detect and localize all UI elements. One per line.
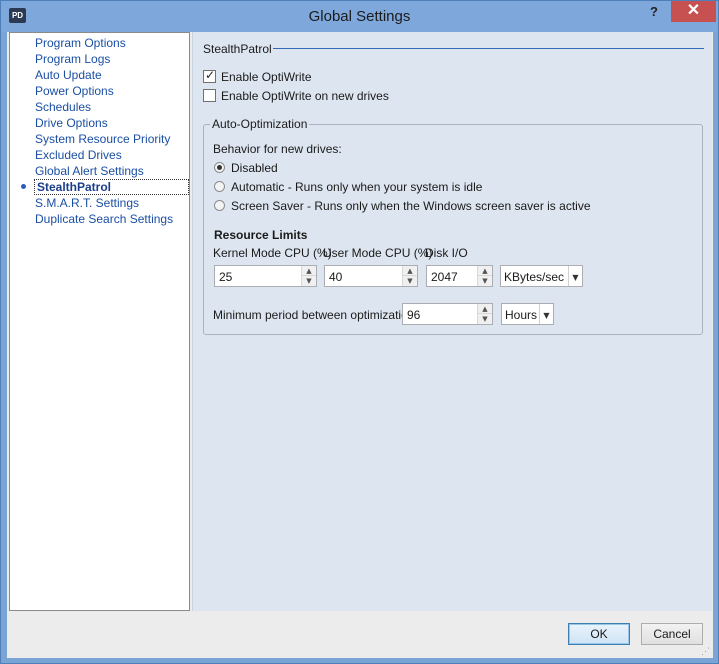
spin-up-icon[interactable]: ▲ bbox=[302, 266, 316, 276]
radio-screen-saver[interactable] bbox=[214, 200, 225, 211]
enable-optiwrite-checkbox[interactable] bbox=[203, 68, 216, 83]
auto-optimization-title: Auto-Optimization bbox=[210, 117, 310, 131]
kernel-cpu-arrows: ▲ ▼ bbox=[301, 266, 316, 286]
behavior-label: Behavior for new drives: bbox=[213, 142, 342, 156]
disk-io-value[interactable]: 2047 bbox=[431, 270, 458, 284]
enable-optiwrite-new-drives-checkbox[interactable] bbox=[203, 89, 216, 102]
spin-down-icon[interactable]: ▼ bbox=[302, 276, 316, 286]
settings-nav-tree: Program Options Program Logs Auto Update… bbox=[9, 32, 190, 611]
selected-bullet-icon bbox=[21, 184, 26, 189]
radio-automatic-label[interactable]: Automatic - Runs only when your system i… bbox=[231, 180, 482, 194]
user-cpu-label: User Mode CPU (%) bbox=[323, 246, 433, 260]
resize-grip-icon[interactable]: ⋰ bbox=[701, 646, 711, 656]
user-cpu-arrows: ▲ ▼ bbox=[402, 266, 417, 286]
kernel-cpu-stepper[interactable]: 25 ▲ ▼ bbox=[214, 265, 317, 287]
enable-optiwrite-label[interactable]: Enable OptiWrite bbox=[221, 70, 312, 84]
spin-down-icon[interactable]: ▼ bbox=[478, 276, 492, 286]
nav-item-global-alert-settings[interactable]: Global Alert Settings bbox=[35, 163, 144, 179]
spin-down-icon[interactable]: ▼ bbox=[478, 314, 492, 324]
disk-io-stepper[interactable]: 2047 ▲ ▼ bbox=[426, 265, 493, 287]
min-period-value[interactable]: 96 bbox=[407, 308, 420, 322]
ok-button[interactable]: OK bbox=[568, 623, 630, 645]
min-period-unit-value: Hours bbox=[505, 308, 538, 322]
spin-down-icon[interactable]: ▼ bbox=[403, 276, 417, 286]
min-period-label: Minimum period between optimizations bbox=[213, 308, 421, 322]
enable-optiwrite-new-drives-label[interactable]: Enable OptiWrite on new drives bbox=[221, 89, 389, 103]
min-period-stepper[interactable]: 96 ▲ ▼ bbox=[402, 303, 493, 325]
disk-io-unit-select[interactable]: KBytes/sec ▼ bbox=[500, 265, 583, 287]
title-bar[interactable]: PD Global Settings ? ✕ bbox=[1, 1, 718, 32]
section-divider bbox=[273, 48, 704, 49]
help-button[interactable]: ? bbox=[641, 1, 667, 23]
close-button[interactable]: ✕ bbox=[671, 1, 716, 22]
window-title: Global Settings bbox=[308, 8, 411, 25]
nav-item-schedules[interactable]: Schedules bbox=[35, 99, 91, 115]
global-settings-window: PD Global Settings ? ✕ Program Options P… bbox=[0, 0, 719, 664]
radio-automatic[interactable] bbox=[214, 181, 225, 192]
kernel-cpu-value[interactable]: 25 bbox=[219, 270, 232, 284]
kernel-cpu-label: Kernel Mode CPU (%) bbox=[213, 246, 332, 260]
nav-item-program-logs[interactable]: Program Logs bbox=[35, 51, 110, 67]
nav-item-power-options[interactable]: Power Options bbox=[35, 83, 114, 99]
nav-item-program-options[interactable]: Program Options bbox=[35, 35, 126, 51]
user-cpu-value[interactable]: 40 bbox=[329, 270, 342, 284]
auto-optimization-group: Auto-Optimization Behavior for new drive… bbox=[203, 117, 703, 335]
radio-screen-saver-label[interactable]: Screen Saver - Runs only when the Window… bbox=[231, 199, 591, 213]
nav-item-auto-update[interactable]: Auto Update bbox=[35, 67, 102, 83]
nav-item-stealthpatrol[interactable]: StealthPatrol bbox=[34, 179, 189, 195]
nav-item-system-resource-priority[interactable]: System Resource Priority bbox=[35, 131, 170, 147]
min-period-unit-select[interactable]: Hours ▼ bbox=[501, 303, 554, 325]
user-cpu-stepper[interactable]: 40 ▲ ▼ bbox=[324, 265, 418, 287]
radio-disabled-label[interactable]: Disabled bbox=[231, 161, 278, 175]
nav-item-duplicate-search-settings[interactable]: Duplicate Search Settings bbox=[35, 211, 173, 227]
dialog-body: Program Options Program Logs Auto Update… bbox=[7, 32, 713, 658]
section-title: StealthPatrol bbox=[203, 42, 272, 56]
radio-disabled[interactable] bbox=[214, 162, 225, 173]
stealthpatrol-pane: StealthPatrol Enable OptiWrite Enable Op… bbox=[192, 32, 712, 611]
spin-up-icon[interactable]: ▲ bbox=[403, 266, 417, 276]
nav-item-smart-settings[interactable]: S.M.A.R.T. Settings bbox=[35, 195, 139, 211]
nav-item-drive-options[interactable]: Drive Options bbox=[35, 115, 108, 131]
resource-limits-title: Resource Limits bbox=[214, 228, 308, 242]
cancel-button[interactable]: Cancel bbox=[641, 623, 703, 645]
disk-io-unit-value: KBytes/sec bbox=[504, 270, 565, 284]
disk-io-arrows: ▲ ▼ bbox=[477, 266, 492, 286]
spin-up-icon[interactable]: ▲ bbox=[478, 266, 492, 276]
chevron-down-icon[interactable]: ▼ bbox=[568, 266, 582, 286]
min-period-arrows: ▲ ▼ bbox=[477, 304, 492, 324]
chevron-down-icon[interactable]: ▼ bbox=[539, 304, 553, 324]
spin-up-icon[interactable]: ▲ bbox=[478, 304, 492, 314]
nav-item-excluded-drives[interactable]: Excluded Drives bbox=[35, 147, 122, 163]
dialog-footer: OK Cancel ⋰ bbox=[7, 611, 713, 658]
disk-io-label: Disk I/O bbox=[425, 246, 468, 260]
